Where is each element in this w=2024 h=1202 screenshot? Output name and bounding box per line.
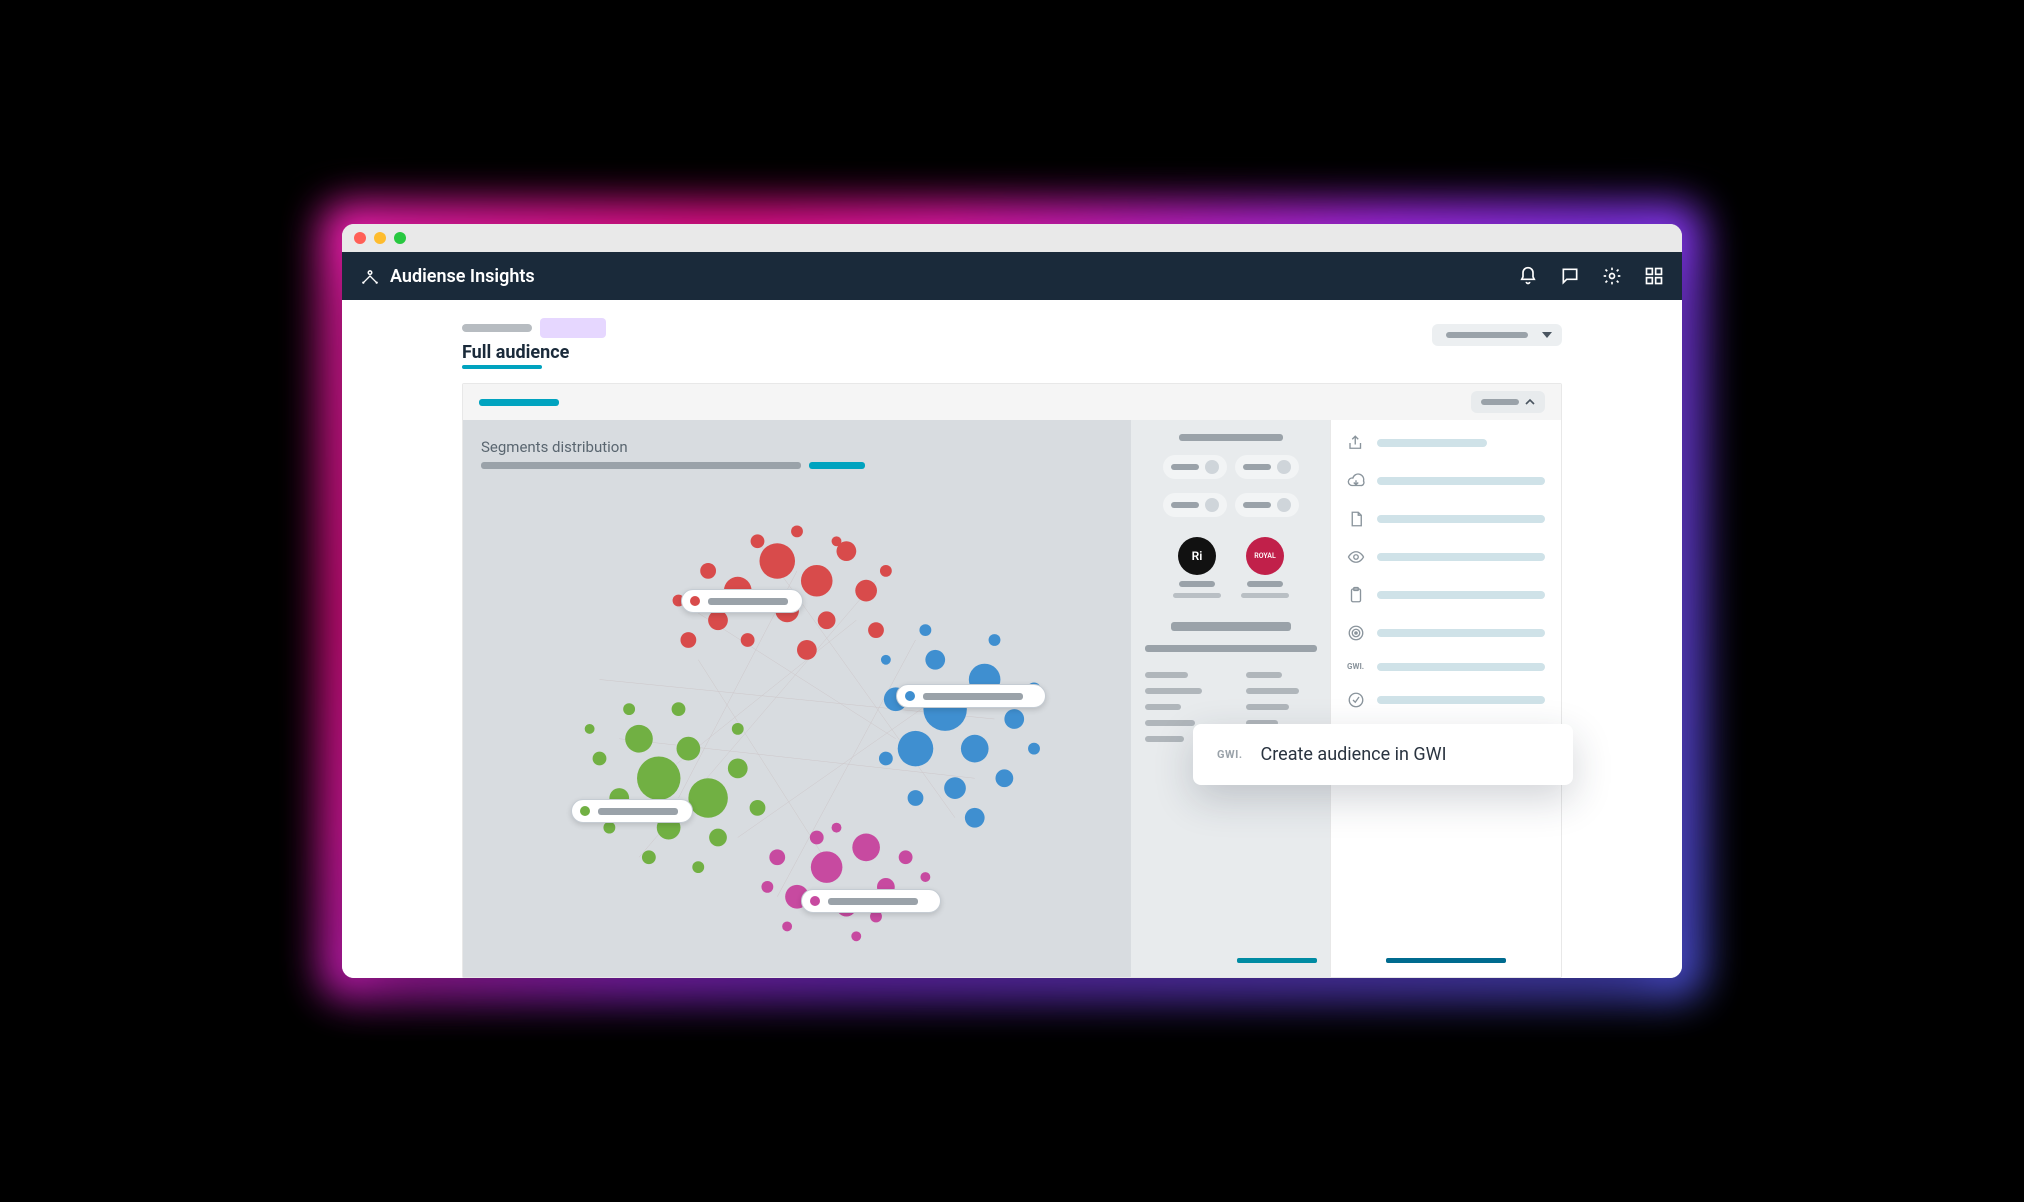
gwi-icon: GWI. (1347, 662, 1365, 671)
details-heading (1179, 434, 1282, 441)
top-profiles: Ri ROYAL (1145, 537, 1317, 598)
grid-icon[interactable] (1644, 266, 1664, 286)
cluster-graph[interactable] (481, 479, 1113, 959)
cluster-label-green[interactable] (571, 799, 693, 823)
title-underline (462, 365, 542, 369)
breadcrumb-placeholder (462, 324, 532, 332)
board-toggle-label (1481, 399, 1519, 405)
cluster-dot-red (690, 596, 700, 606)
filter-chips-row-2 (1145, 493, 1317, 517)
dropdown-placeholder (1446, 332, 1528, 338)
clipboard-icon (1347, 586, 1365, 604)
board-collapse-toggle[interactable] (1471, 391, 1545, 413)
cloud-download-icon (1347, 472, 1365, 490)
details-link[interactable] (1237, 958, 1317, 963)
chevron-up-icon (1525, 397, 1535, 407)
filter-chip[interactable] (1235, 455, 1299, 479)
section-line (1145, 645, 1317, 652)
action-target[interactable] (1347, 624, 1545, 642)
cluster-svg (481, 479, 1113, 959)
segments-canvas: Segments distribution (463, 420, 1131, 977)
eye-icon (1347, 548, 1365, 566)
filter-chip[interactable] (1235, 493, 1299, 517)
share-icon (1347, 434, 1365, 452)
page-title: Full audience (462, 342, 1562, 363)
board-header (463, 384, 1561, 420)
window-zoom-dot[interactable] (394, 232, 406, 244)
filter-chip[interactable] (1163, 493, 1227, 517)
action-clipboard[interactable] (1347, 586, 1545, 604)
browser-window: Audiense Insights Full audience (342, 224, 1682, 978)
cluster-label-red[interactable] (681, 589, 803, 613)
breadcrumb (462, 318, 1562, 338)
logo-icon (360, 266, 380, 286)
cluster-dot-green (580, 806, 590, 816)
app-logo[interactable]: Audiense Insights (360, 266, 535, 287)
filter-chip[interactable] (1163, 455, 1227, 479)
view-dropdown[interactable] (1432, 324, 1562, 346)
gear-icon[interactable] (1602, 266, 1622, 286)
actions-footer-link[interactable] (1386, 958, 1506, 963)
header-actions (1518, 266, 1664, 286)
document-icon (1347, 510, 1365, 528)
gwi-logo-icon: GWI. (1217, 748, 1243, 761)
section-heading (1171, 622, 1291, 631)
profile-avatar: Ri (1178, 537, 1216, 575)
app-name: Audiense Insights (390, 266, 535, 287)
page-body: Full audience Segments distr (342, 300, 1682, 978)
gwi-create-label: Create audience in GWI (1261, 744, 1447, 765)
cluster-dot-pink (810, 896, 820, 906)
cluster-label-blue[interactable] (896, 684, 1046, 708)
window-close-dot[interactable] (354, 232, 366, 244)
profile-avatar: ROYAL (1246, 537, 1284, 575)
segments-title: Segments distribution (481, 438, 1113, 456)
chat-icon[interactable] (1560, 266, 1580, 286)
profile-item[interactable]: ROYAL (1241, 537, 1289, 598)
filter-chips-row-1 (1145, 455, 1317, 479)
gwi-create-card[interactable]: GWI. Create audience in GWI (1193, 724, 1573, 785)
window-titlebar (342, 224, 1682, 252)
action-download[interactable] (1347, 472, 1545, 490)
content-board: Segments distribution (462, 383, 1562, 978)
action-document[interactable] (1347, 510, 1545, 528)
breadcrumb-tag[interactable] (540, 318, 606, 338)
send-icon (1347, 691, 1365, 709)
target-icon (1347, 624, 1365, 642)
details-panel: Ri ROYAL (1131, 420, 1331, 977)
actions-panel: GWI. (1331, 420, 1561, 977)
window-minimize-dot[interactable] (374, 232, 386, 244)
bell-icon[interactable] (1518, 266, 1538, 286)
action-share[interactable] (1347, 434, 1545, 452)
cluster-dot-blue (905, 691, 915, 701)
profile-item[interactable]: Ri (1173, 537, 1221, 598)
action-send[interactable] (1347, 691, 1545, 709)
app-header: Audiense Insights (342, 252, 1682, 300)
cluster-label-pink[interactable] (801, 889, 941, 913)
segments-subtitle (481, 462, 1113, 469)
action-gwi[interactable]: GWI. (1347, 662, 1545, 671)
board-tab-active[interactable] (479, 399, 559, 406)
action-view[interactable] (1347, 548, 1545, 566)
